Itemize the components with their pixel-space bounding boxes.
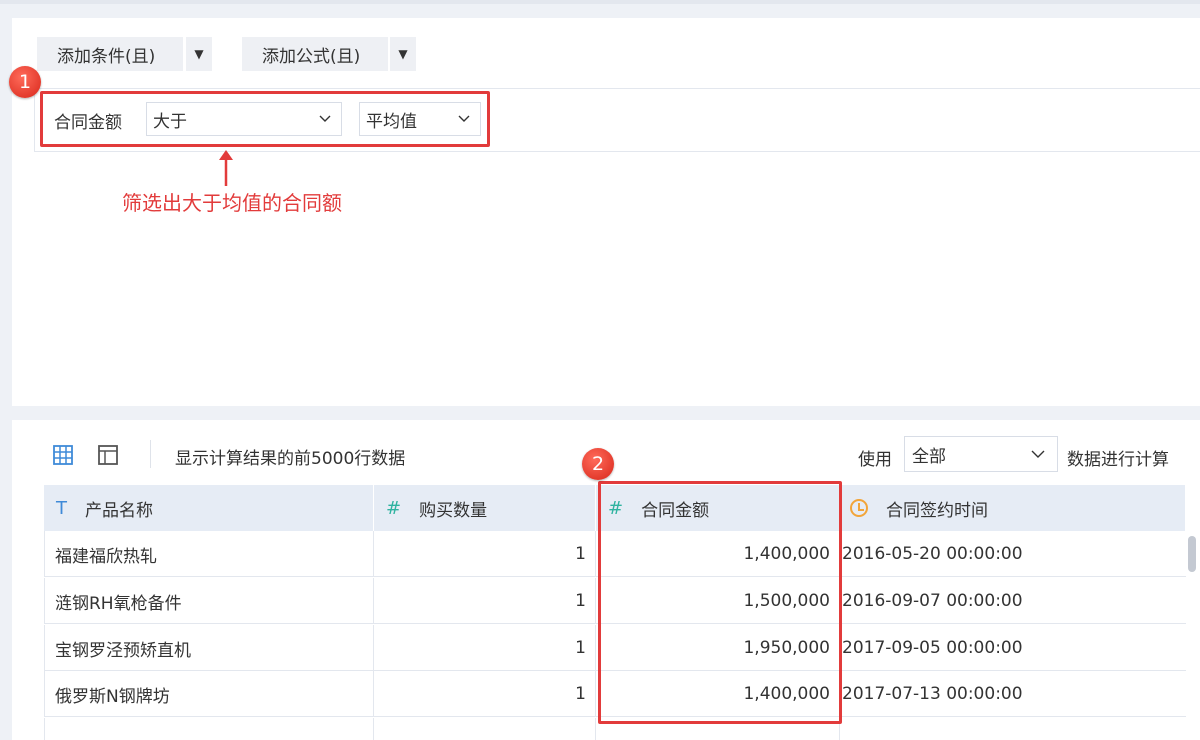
table-cell: 1 <box>374 578 596 624</box>
add-formula-dropdown-arrow[interactable]: ▼ <box>390 37 416 71</box>
toolbar-divider <box>150 440 151 468</box>
condition-highlight-box <box>40 91 490 147</box>
use-label: 使用 <box>858 450 892 470</box>
preview-hint-text: 显示计算结果的前5000行数据 <box>175 449 406 469</box>
table-cell: 2016-05-20 00:00:00 <box>842 544 1023 564</box>
amount-column-highlight-box <box>598 481 842 724</box>
column-header-label: 合同签约时间 <box>886 500 988 521</box>
grid-view-icon[interactable] <box>52 444 74 466</box>
table-cell: 涟钢RH氧枪备件 <box>44 578 374 624</box>
table-cell: 1 <box>374 671 596 717</box>
table-cell: 1 <box>374 531 596 577</box>
step-badge-1: 1 <box>9 66 41 98</box>
add-formula-button[interactable]: 添加公式(且) <box>242 37 388 71</box>
table-cell <box>374 718 596 740</box>
add-condition-dropdown-arrow[interactable]: ▼ <box>186 37 212 71</box>
column-header-label: 产品名称 <box>85 500 153 521</box>
annotation-arrow-icon <box>219 150 233 186</box>
column-header-sign-time[interactable]: 合同签约时间 <box>840 485 1186 531</box>
table-cell: 2016-09-07 00:00:00 <box>842 591 1023 611</box>
chevron-down-icon <box>1031 450 1045 458</box>
clock-icon <box>850 499 868 517</box>
table-cell: 1 <box>374 625 596 671</box>
annotation-note: 筛选出大于均值的合同额 <box>122 191 342 215</box>
add-condition-button[interactable]: 添加条件(且) <box>37 37 183 71</box>
column-header-quantity[interactable]: # 购买数量 <box>374 485 596 531</box>
calc-scope-select[interactable]: 全部 <box>904 436 1058 472</box>
calc-label: 数据进行计算 <box>1067 450 1169 470</box>
top-strip <box>0 0 1200 4</box>
layout-view-icon[interactable] <box>97 444 119 466</box>
column-header-label: 购买数量 <box>419 500 488 521</box>
table-cell: 2017-09-05 00:00:00 <box>842 638 1023 658</box>
table-scrollbar[interactable] <box>1188 536 1196 572</box>
column-header-product-name[interactable]: T 产品名称 <box>44 485 374 531</box>
table-cell: 福建福欣热轧 <box>44 531 374 577</box>
step-badge-2: 2 <box>582 448 614 480</box>
table-cell <box>44 718 374 740</box>
table-cell: 2017-07-13 00:00:00 <box>842 684 1023 704</box>
number-type-icon: # <box>386 497 402 519</box>
table-cell: 宝钢罗泾预矫直机 <box>44 625 374 671</box>
text-type-icon: T <box>56 497 67 519</box>
table-cell: 俄罗斯N钢牌坊 <box>44 671 374 717</box>
calc-scope-value: 全部 <box>912 446 946 467</box>
